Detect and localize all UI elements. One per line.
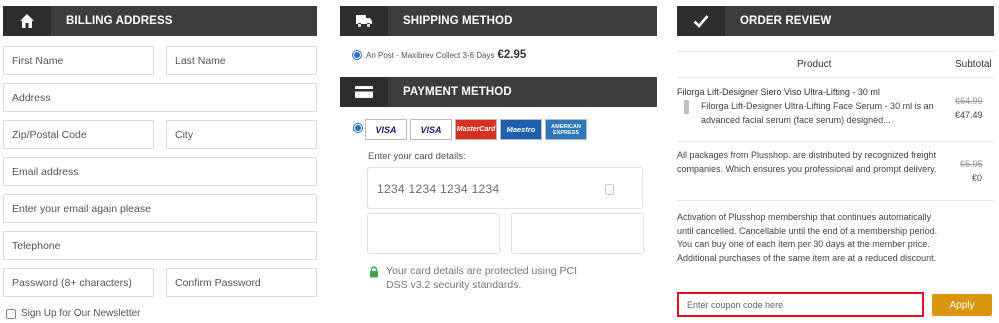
password-placeholder: Password (8+ characters)	[12, 276, 132, 289]
product-thumbnail	[684, 100, 689, 114]
shipping-note: All packages from Plusshop. are distribu…	[677, 150, 937, 174]
confirm-password-placeholder: Confirm Password	[175, 276, 261, 289]
maestro-logo: Maestro	[500, 119, 542, 140]
newsletter-checkbox[interactable]	[6, 308, 16, 319]
zip-placeholder: Zip/Postal Code	[12, 128, 87, 141]
first-name-placeholder: First Name	[12, 54, 64, 67]
item-price: €47.49	[955, 110, 983, 120]
shipping-old-price: €5.95	[960, 159, 983, 169]
last-name-placeholder: Last Name	[175, 54, 226, 67]
item-old-price: €64.99	[955, 96, 983, 106]
item-description: Filorga Lift-Designer Ultra-Lifting Face…	[701, 101, 934, 125]
lock-icon	[370, 266, 378, 278]
membership-note: Activation of Plusshop membership that c…	[677, 212, 938, 263]
amex-label: AMERICAN EXPRESS	[551, 123, 581, 136]
mastercard-logo: MasterCard	[455, 119, 497, 140]
address-placeholder: Address	[12, 91, 51, 104]
col-subtotal-header: Subtotal	[955, 59, 992, 70]
newsletter-label: Sign Up for Our Newsletter	[21, 308, 141, 319]
visa-electron-label: VISA	[420, 124, 442, 135]
payment-header: PAYMENT METHOD	[340, 77, 657, 107]
review-title: ORDER REVIEW	[740, 15, 832, 27]
billing-title: BILLING ADDRESS	[66, 15, 173, 27]
email-placeholder: Email address	[12, 165, 79, 178]
review-divider-shipping	[677, 200, 994, 201]
card-details-label: Enter your card details:	[368, 151, 466, 162]
payment-radio[interactable]	[353, 123, 363, 133]
secure-text: Your card details are protected using PC…	[386, 265, 578, 291]
shipping-header: SHIPPING METHOD	[340, 6, 657, 36]
payment-title: PAYMENT METHOD	[403, 86, 512, 98]
col-product-header: Product	[797, 59, 832, 70]
secure-notice: Your card details are protected using PC…	[369, 264, 586, 292]
amex-logo: AMERICAN EXPRESS	[545, 119, 587, 140]
email-confirm-field[interactable]: Enter your email again please	[3, 194, 317, 223]
item-title: Filorga Lift-Designer Siero Viso Ultra-L…	[677, 87, 880, 97]
shipping-option[interactable]: An Post - Maxibrev Collect 3-6 Days €2.9…	[352, 49, 526, 61]
telephone-placeholder: Telephone	[12, 239, 61, 252]
card-number-input[interactable]: 1234 1234 1234 1234	[367, 167, 643, 209]
shipping-price: €0	[972, 173, 983, 183]
address-field[interactable]: Address	[3, 83, 317, 112]
visa-electron-logo: VISA	[410, 119, 452, 140]
city-field[interactable]: City	[166, 120, 317, 149]
zip-field[interactable]: Zip/Postal Code	[3, 120, 154, 149]
shipping-radio[interactable]	[352, 50, 362, 60]
review-divider-head	[677, 77, 994, 78]
first-name-field[interactable]: First Name	[3, 46, 154, 75]
password-field[interactable]: Password (8+ characters)	[3, 268, 154, 297]
last-name-field[interactable]: Last Name	[166, 46, 317, 75]
review-divider-item	[677, 141, 994, 142]
city-placeholder: City	[175, 128, 194, 141]
card-number-placeholder: 1234 1234 1234 1234	[377, 182, 500, 196]
apply-label: Apply	[949, 299, 975, 311]
credit-card-icon	[340, 77, 388, 107]
billing-header: BILLING ADDRESS	[3, 6, 317, 36]
email-confirm-placeholder: Enter your email again please	[12, 202, 151, 215]
review-divider-top	[677, 51, 994, 52]
shipping-option-price: €2.95	[497, 49, 527, 61]
truck-icon	[340, 6, 388, 36]
email-field[interactable]: Email address	[3, 157, 317, 186]
newsletter-row[interactable]: Sign Up for Our Newsletter	[6, 308, 141, 319]
maestro-label: Maestro	[506, 125, 536, 134]
visa-logo: VISA	[365, 119, 407, 140]
review-header: ORDER REVIEW	[677, 6, 994, 36]
telephone-field[interactable]: Telephone	[3, 231, 317, 260]
coupon-input[interactable]: Enter coupon code here	[677, 292, 924, 317]
card-logos: VISA VISA MasterCard Maestro AMERICAN EX…	[365, 119, 587, 140]
apply-button[interactable]: Apply	[932, 294, 992, 316]
card-expiry-input[interactable]	[367, 213, 500, 254]
card-brand-icon	[605, 184, 614, 195]
shipping-title: SHIPPING METHOD	[403, 15, 513, 27]
visa-label: VISA	[375, 124, 397, 135]
card-cvc-input[interactable]	[511, 213, 644, 254]
checkmark-icon	[677, 6, 725, 36]
mastercard-label: MasterCard	[456, 126, 496, 133]
confirm-password-field[interactable]: Confirm Password	[166, 268, 317, 297]
coupon-placeholder: Enter coupon code here	[687, 299, 784, 310]
home-icon	[3, 6, 51, 36]
shipping-option-text: An Post - Maxibrev Collect 3-6 Days	[366, 50, 495, 60]
